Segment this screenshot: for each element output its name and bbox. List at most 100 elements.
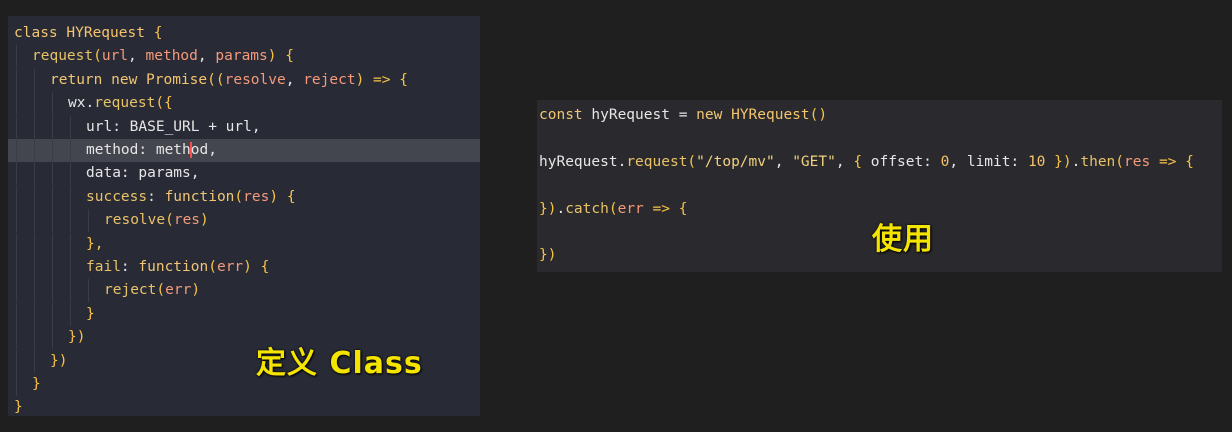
code-token: 10: [1027, 153, 1046, 170]
code-line[interactable]: hyRequest.request("/top/mv", "GET", { of…: [539, 151, 1194, 174]
indent-guide: [34, 68, 35, 92]
code-token: }: [32, 376, 41, 392]
code-token: ,: [197, 48, 216, 65]
code-token: :: [120, 259, 139, 275]
indent-guide: [16, 302, 17, 326]
code-token: err: [165, 282, 192, 299]
code-token: (: [687, 153, 697, 170]
indent-guide: [52, 232, 53, 256]
code-text: reject(err): [104, 279, 200, 302]
code-token: (: [608, 200, 618, 217]
code-token: new: [111, 71, 147, 88]
code-token: ): [200, 212, 209, 229]
code-token: (: [156, 282, 166, 299]
indent-guide: [70, 209, 71, 233]
code-token: .: [556, 200, 566, 217]
indent-guide: [52, 279, 53, 303]
code-token: ): [191, 282, 201, 299]
code-token: }): [539, 200, 557, 217]
indent-guide: [52, 92, 53, 116]
code-text: class HYRequest {: [14, 22, 162, 45]
code-text: return new Promise((resolve, reject) => …: [50, 69, 408, 92]
indent-guide: [34, 92, 35, 116]
indent-guide: [88, 279, 89, 303]
code-line[interactable]: }: [8, 396, 480, 419]
code-token: url: BASE_URL + url,: [86, 118, 261, 135]
indent-guide: [34, 279, 35, 303]
code-token: }): [68, 329, 86, 346]
caption-define-class: 定义 Class: [256, 346, 423, 381]
code-line[interactable]: class HYRequest {: [8, 22, 480, 45]
indent-guide: [70, 256, 71, 279]
code-token: (): [809, 107, 828, 123]
code-token: (: [93, 48, 102, 65]
indent-guide: [16, 373, 17, 396]
code-text: resolve(res): [104, 209, 209, 232]
code-token: HYRequest: [731, 107, 810, 123]
code-token: ) => {: [355, 71, 408, 88]
code-line[interactable]: }: [8, 302, 480, 326]
code-text: success: function(res) {: [86, 186, 296, 209]
indent-guide: [16, 279, 17, 303]
indent-guide: [34, 139, 35, 162]
code-line[interactable]: success: function(res) {: [8, 185, 480, 209]
code-token: method: meth: [86, 142, 191, 158]
code-line[interactable]: method: method,: [8, 139, 480, 162]
code-token: ,: [835, 153, 854, 170]
code-token: ,: [285, 71, 304, 88]
code-line[interactable]: request(url, method, params) {: [8, 45, 480, 69]
code-token: res: [173, 212, 201, 229]
code-line[interactable]: reject(err): [8, 279, 480, 303]
code-token: , limit:: [949, 153, 1028, 170]
code-line[interactable]: }): [539, 244, 556, 267]
code-token: ) {: [243, 259, 270, 275]
indent-guide: [52, 326, 53, 350]
indent-guide: [34, 302, 35, 326]
indent-guide: [34, 326, 35, 350]
code-line[interactable]: data: params,: [8, 162, 480, 186]
code-line[interactable]: wx.request({: [8, 92, 480, 116]
code-token: (: [234, 188, 244, 205]
code-token: "GET": [792, 153, 836, 170]
code-token: function: [164, 188, 235, 205]
code-token: (: [1115, 153, 1125, 170]
code-token: params: [215, 48, 268, 65]
code-token: request: [626, 153, 688, 170]
code-line[interactable]: }).catch(err => {: [539, 198, 687, 221]
indent-guide: [16, 349, 17, 373]
code-token: {: [853, 153, 871, 170]
code-token: (: [208, 259, 217, 275]
indent-guide: [70, 185, 71, 209]
code-token: fail: [86, 259, 121, 275]
code-token: HYRequest: [66, 25, 145, 41]
code-line[interactable]: return new Promise((resolve, reject) => …: [8, 68, 480, 92]
code-token: class: [14, 25, 67, 41]
code-line[interactable]: },: [8, 232, 480, 256]
code-token: od,: [190, 142, 217, 158]
code-line[interactable]: url: BASE_URL + url,: [8, 115, 480, 139]
indent-guide: [70, 115, 71, 139]
code-token: resolve: [224, 71, 286, 88]
code-token: (: [165, 212, 174, 229]
code-token: res: [243, 188, 270, 205]
code-line[interactable]: resolve(res): [8, 209, 480, 233]
indent-guide: [34, 185, 35, 209]
code-token: }): [50, 352, 68, 369]
code-token: err: [216, 259, 244, 275]
indent-guide: [16, 92, 17, 116]
code-token: method: [145, 48, 198, 65]
indent-guide: [16, 256, 17, 279]
code-text: request(url, method, params) {: [32, 45, 294, 68]
code-text: },: [86, 233, 103, 256]
code-token: reject: [303, 71, 356, 88]
code-line[interactable]: fail: function(err) {: [8, 256, 480, 279]
indent-guide: [70, 232, 71, 256]
indent-guide: [16, 45, 17, 69]
indent-guide: [16, 209, 17, 233]
code-text: }): [50, 350, 67, 373]
indent-guide: [52, 115, 53, 139]
code-token: hyRequest.: [539, 153, 627, 170]
code-token: },: [86, 235, 104, 252]
code-line[interactable]: const hyRequest = new HYRequest(): [539, 104, 827, 127]
code-token: hyRequest =: [591, 107, 697, 123]
